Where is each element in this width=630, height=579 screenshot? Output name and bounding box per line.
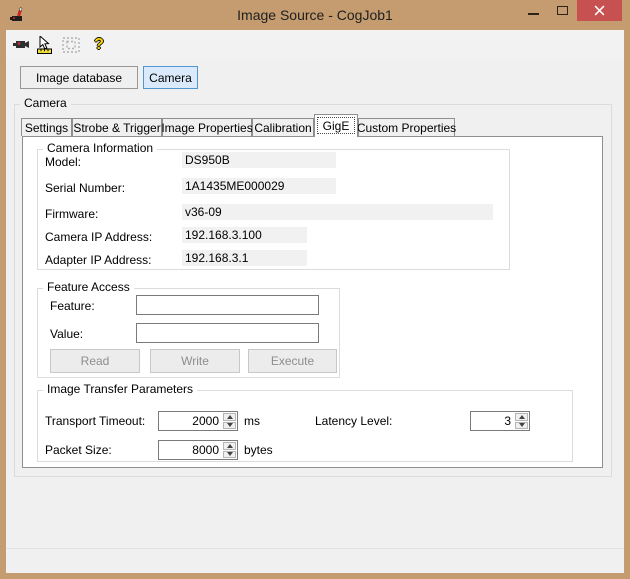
serial-number-label: Serial Number: xyxy=(45,181,126,195)
status-strip-separator xyxy=(6,548,624,549)
spin-down-icon[interactable] xyxy=(223,450,236,458)
read-button[interactable]: Read xyxy=(50,349,140,373)
acquire-image-icon[interactable] xyxy=(12,35,30,55)
transport-timeout-label: Transport Timeout: xyxy=(45,414,146,428)
tab-image-properties[interactable]: Image Properties xyxy=(161,118,253,136)
transport-timeout-input[interactable] xyxy=(159,412,222,430)
tab-calibration[interactable]: Calibration xyxy=(252,118,314,136)
image-source-window: Image Source - CogJob1 ? Image database … xyxy=(0,0,630,579)
transport-timeout-spinner[interactable] xyxy=(158,411,238,431)
frame-bottom xyxy=(0,573,630,579)
packet-size-unit: bytes xyxy=(244,443,273,457)
camera-button[interactable]: Camera xyxy=(143,66,198,89)
feature-label: Feature: xyxy=(50,299,95,313)
write-button[interactable]: Write xyxy=(150,349,240,373)
spin-up-icon[interactable] xyxy=(223,413,236,421)
model-value: DS950B xyxy=(182,152,336,168)
tab-gige[interactable]: GigE xyxy=(314,114,358,137)
spin-up-icon[interactable] xyxy=(223,442,236,450)
latency-level-spinner[interactable] xyxy=(470,411,530,431)
minimize-icon xyxy=(527,12,539,15)
latency-level-input[interactable] xyxy=(471,412,514,430)
help-icon[interactable]: ? xyxy=(90,35,108,55)
camera-label: Camera xyxy=(149,70,192,85)
tab-custom-properties[interactable]: Custom Properties xyxy=(357,118,456,136)
feature-input[interactable] xyxy=(136,295,319,315)
adapter-ip-label: Adapter IP Address: xyxy=(45,253,152,267)
pointer-ruler-icon[interactable] xyxy=(35,35,57,55)
spin-down-icon[interactable] xyxy=(515,421,528,429)
camera-ip-value: 192.168.3.100 xyxy=(182,227,307,243)
firmware-value: v36-09 xyxy=(182,204,493,220)
packet-size-label: Packet Size: xyxy=(45,443,112,457)
image-database-label: Image database xyxy=(35,70,123,85)
tab-strobe-trigger[interactable]: Strobe & Trigger xyxy=(72,118,162,136)
execute-button[interactable]: Execute xyxy=(248,349,337,373)
firmware-label: Firmware: xyxy=(45,207,99,221)
spin-down-icon[interactable] xyxy=(223,421,236,429)
maximize-icon xyxy=(556,6,568,15)
close-icon xyxy=(594,5,605,16)
model-label: Model: xyxy=(45,155,82,169)
image-database-button[interactable]: Image database xyxy=(20,66,138,89)
camera-ip-label: Camera IP Address: xyxy=(45,230,153,244)
minimize-button[interactable] xyxy=(519,0,547,21)
value-label: Value: xyxy=(50,327,84,341)
title-bar[interactable]: Image Source - CogJob1 xyxy=(0,0,630,30)
camera-groupbox-label: Camera xyxy=(20,97,71,110)
adapter-ip-value: 192.168.3.1 xyxy=(182,250,307,266)
frame-right xyxy=(624,30,630,579)
tab-settings[interactable]: Settings xyxy=(21,118,72,136)
close-button[interactable] xyxy=(577,0,622,21)
frame-left xyxy=(0,30,6,579)
maximize-button[interactable] xyxy=(547,0,577,21)
spin-up-icon[interactable] xyxy=(515,413,528,421)
image-transfer-label: Image Transfer Parameters xyxy=(43,383,198,396)
transport-timeout-unit: ms xyxy=(244,414,260,428)
latency-level-label: Latency Level: xyxy=(315,414,393,428)
feature-access-label: Feature Access xyxy=(43,281,134,294)
camera-information-label: Camera Information xyxy=(43,142,158,155)
region-select-icon-disabled[interactable] xyxy=(61,35,81,55)
serial-number-value: 1A1435ME000029 xyxy=(182,178,336,194)
value-input[interactable] xyxy=(136,323,319,343)
packet-size-spinner[interactable] xyxy=(158,440,238,460)
packet-size-input[interactable] xyxy=(159,441,222,459)
